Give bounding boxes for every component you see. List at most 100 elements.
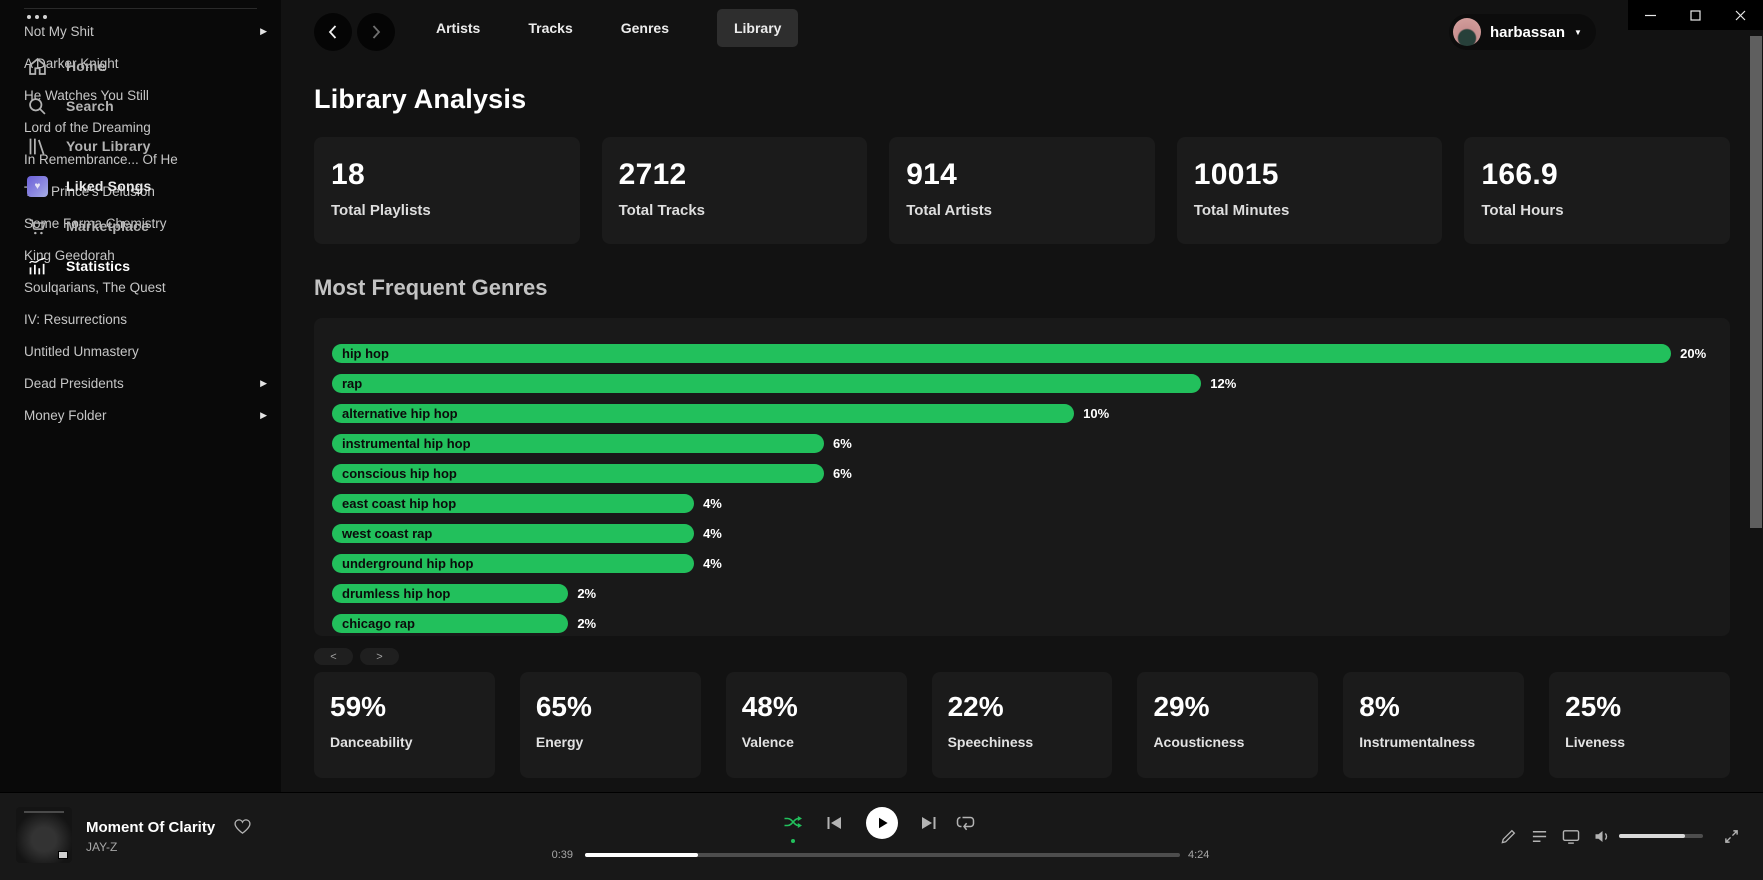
stat-card: 166.9Total Hours <box>1464 137 1730 244</box>
close-window-button[interactable] <box>1718 0 1763 30</box>
genre-row: instrumental hip hop6% <box>332 428 1714 458</box>
play-button[interactable] <box>866 807 898 839</box>
progress-bar[interactable] <box>585 853 1180 857</box>
genre-label: chicago rap <box>342 616 415 631</box>
feature-value: 65% <box>536 691 685 723</box>
genre-bar-chart: hip hop20% rap 12% alternative hip hop 10% in… <box>314 318 1730 636</box>
feature-value: 48% <box>742 691 891 723</box>
genres-prev-page-button[interactable]: < <box>314 648 353 665</box>
playlist-item[interactable]: Untitled Unmastery <box>0 335 281 367</box>
feature-label: Speechiness <box>948 734 1097 750</box>
cart-icon <box>27 216 48 237</box>
library-icon <box>27 136 48 157</box>
genre-percent: 20% <box>1680 346 1706 361</box>
repeat-button[interactable] <box>956 814 975 837</box>
chevron-right-icon: ▶ <box>260 410 267 421</box>
genre-label: drumless hip hop <box>342 586 450 601</box>
volume-fill <box>1619 834 1685 838</box>
genre-percent: 2% <box>577 586 596 601</box>
chevron-right-icon <box>368 24 384 40</box>
connect-device-button[interactable] <box>1562 828 1580 850</box>
stat-label: Total Playlists <box>331 202 563 219</box>
feature-card: 48% Valence <box>726 672 907 778</box>
tab-genres[interactable]: Genres <box>621 20 669 36</box>
volume-slider[interactable] <box>1619 834 1703 838</box>
stats-tabs: Artists Tracks Genres Library <box>436 8 798 48</box>
shuffle-icon <box>783 813 803 833</box>
genre-percent: 2% <box>577 616 596 631</box>
sidebar-item-search[interactable]: Search <box>0 86 281 126</box>
playlist-item[interactable]: Not My Shit▶ <box>0 15 281 47</box>
genre-row: east coast hip hop4% <box>332 488 1714 518</box>
skip-forward-icon <box>921 816 936 830</box>
stat-value: 914 <box>906 158 1138 192</box>
sidebar-item-liked-songs[interactable]: ♥Liked Songs <box>0 166 281 206</box>
track-title[interactable]: Moment Of Clarity <box>86 819 215 836</box>
genre-percent: 6% <box>833 436 852 451</box>
history-forward-button[interactable] <box>357 13 395 51</box>
queue-button[interactable] <box>1531 828 1548 850</box>
sidebar-item-your-library[interactable]: Your Library <box>0 126 281 166</box>
minimize-window-button[interactable] <box>1628 0 1673 30</box>
track-artist[interactable]: JAY-Z <box>86 840 117 854</box>
heart-icon <box>233 817 252 836</box>
feature-label: Valence <box>742 734 891 750</box>
feature-label: Instrumentalness <box>1359 734 1508 750</box>
genre-label: east coast hip hop <box>342 496 456 511</box>
lyrics-button[interactable] <box>1500 828 1517 850</box>
playlist-item[interactable]: IV: Resurrections <box>0 303 281 335</box>
genre-bar: drumless hip hop <box>332 584 568 603</box>
volume-button[interactable] <box>1594 829 1610 849</box>
genre-percent: 10% <box>1083 406 1109 421</box>
previous-track-button[interactable] <box>827 816 842 835</box>
sidebar-item-home[interactable]: Home <box>0 46 281 86</box>
sidebar-nav: HomeSearchYour Library♥Liked SongsMarket… <box>0 46 281 286</box>
app-menu-icon[interactable] <box>27 15 47 19</box>
genre-percent: 6% <box>833 466 852 481</box>
genre-row: rap 12% <box>332 368 1714 398</box>
history-back-button[interactable] <box>314 13 352 51</box>
tab-artists[interactable]: Artists <box>436 20 480 36</box>
genre-bar: underground hip hop <box>332 554 694 573</box>
library-stats-row: 18Total Playlists2712Total Tracks914Tota… <box>314 137 1730 244</box>
play-icon <box>875 816 889 830</box>
topbar: Artists Tracks Genres Library harbassan ▼ <box>281 0 1763 56</box>
genres-next-page-button[interactable]: > <box>360 648 399 665</box>
stat-value: 18 <box>331 158 563 192</box>
playlist-label: Not My Shit <box>24 24 94 39</box>
next-track-button[interactable] <box>921 816 936 835</box>
genre-row: hip hop20% <box>332 338 1714 368</box>
total-time: 4:24 <box>1188 849 1209 861</box>
shuffle-button[interactable] <box>783 813 803 838</box>
sidebar-item-statistics[interactable]: Statistics <box>0 246 281 286</box>
genre-row: conscious hip hop 6% <box>332 458 1714 488</box>
genre-bar: conscious hip hop <box>332 464 824 483</box>
feature-card: 65%Energy <box>520 672 701 778</box>
maximize-window-button[interactable] <box>1673 0 1718 30</box>
tab-tracks[interactable]: Tracks <box>528 20 572 36</box>
like-track-button[interactable] <box>233 817 252 841</box>
genre-bar: east coast hip hop <box>332 494 694 513</box>
tab-library[interactable]: Library <box>717 9 798 47</box>
scrollbar-thumb[interactable] <box>1750 36 1762 528</box>
feature-value: 59% <box>330 691 479 723</box>
genre-row: west coast rap4% <box>332 518 1714 548</box>
window-controls <box>1628 0 1763 30</box>
playlist-item[interactable]: Dead Presidents▶ <box>0 367 281 399</box>
main-content: Artists Tracks Genres Library harbassan ▼ L… <box>281 0 1763 792</box>
stat-label: Total Artists <box>906 202 1138 219</box>
genre-percent: 12% <box>1210 376 1236 391</box>
genre-bar: rap <box>332 374 1201 393</box>
stat-value: 10015 <box>1194 158 1426 192</box>
fullscreen-button[interactable] <box>1724 829 1739 849</box>
genre-row: drumless hip hop 2% <box>332 578 1714 608</box>
genres-section-title: Most Frequent Genres <box>314 275 1763 301</box>
playlist-item[interactable]: Money Folder▶ <box>0 399 281 431</box>
genre-label: alternative hip hop <box>342 406 458 421</box>
stat-value: 166.9 <box>1481 158 1713 192</box>
sidebar-item-marketplace[interactable]: Marketplace <box>0 206 281 246</box>
genre-bar: chicago rap <box>332 614 568 633</box>
user-menu[interactable]: harbassan ▼ <box>1449 14 1596 50</box>
home-icon <box>27 56 48 77</box>
album-art[interactable] <box>16 807 72 863</box>
